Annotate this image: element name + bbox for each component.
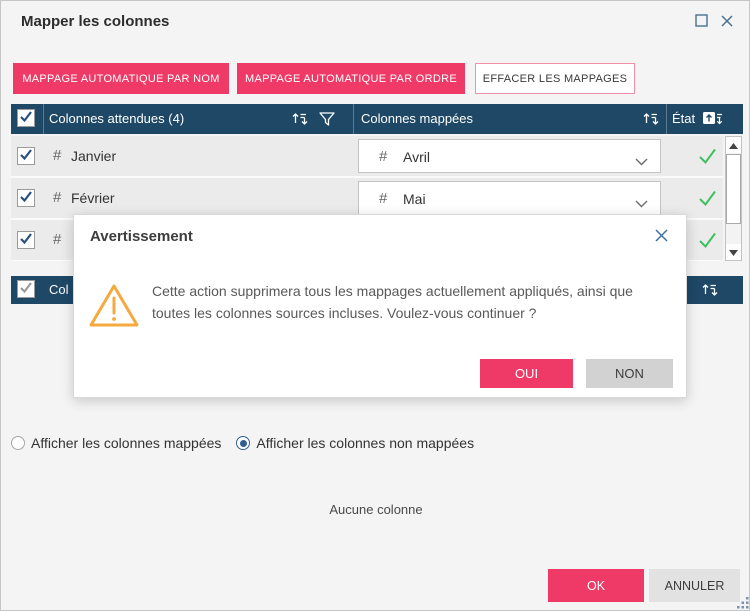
maximize-icon [695,14,708,32]
row-checkbox[interactable] [17,231,35,249]
select-all-checkbox[interactable] [17,109,35,127]
dropdown-value: Avril [403,149,430,165]
table-row: # Janvier # Avril [11,136,723,176]
show-unmapped-label[interactable]: Afficher les colonnes non mappées [256,435,474,451]
dropdown-value: Mai [403,191,426,207]
map-columns-window: Mapper les colonnes MAPPAGE AUTOMATIQUE … [0,0,750,611]
show-mapped-radio[interactable] [11,436,25,450]
cancel-button[interactable]: ANNULER [649,569,740,602]
clear-mappings-button[interactable]: EFFACER LES MAPPAGES [475,63,635,94]
show-unmapped-radio[interactable] [236,436,250,450]
ok-button[interactable]: OK [548,569,644,602]
mapping-ok-check-icon [698,231,718,249]
numeric-type-icon: # [53,189,61,206]
state-header: État [672,111,695,126]
close-icon [654,230,669,247]
row-checkbox[interactable] [17,147,35,165]
display-filter-options: Afficher les colonnes mappées Afficher l… [11,435,483,451]
scroll-down-button[interactable] [726,244,741,260]
show-mapped-label[interactable]: Afficher les colonnes mappées [31,435,221,451]
state-sort-icon[interactable] [702,110,724,128]
yes-button[interactable]: OUI [480,359,573,388]
no-button[interactable]: NON [586,359,673,388]
triangle-up-icon [729,136,738,154]
source-columns-header-label: Col [49,282,69,297]
sort-mapped-icon[interactable] [642,111,660,127]
table-header: Colonnes attendues (4) Colonnes mappées … [11,104,743,134]
auto-map-by-order-button[interactable]: MAPPAGE AUTOMATIQUE PAR ORDRE [237,63,465,94]
dialog-close-button[interactable] [654,228,670,244]
mapped-column-dropdown[interactable]: # Avril [358,139,661,173]
triangle-down-icon [729,243,738,261]
numeric-type-icon: # [53,231,61,248]
scroll-up-button[interactable] [726,137,741,153]
header-divider [666,104,667,134]
chevron-down-icon [635,153,648,171]
check-icon [19,280,33,299]
chevron-down-icon [635,195,648,213]
empty-list-message: Aucune colonne [1,502,750,517]
vertical-scrollbar[interactable] [725,136,742,261]
numeric-type-icon: # [379,190,387,207]
auto-map-by-name-button[interactable]: MAPPAGE AUTOMATIQUE PAR NOM [13,63,229,94]
sort-source-icon[interactable] [701,282,719,298]
close-icon [720,14,734,33]
filter-icon[interactable] [317,110,337,128]
mapping-ok-check-icon [698,147,718,165]
close-button[interactable] [718,14,736,32]
mapped-columns-header: Colonnes mappées [361,111,473,126]
check-icon [19,147,33,166]
row-checkbox[interactable] [17,189,35,207]
mapped-column-dropdown[interactable]: # Mai [358,181,661,215]
table-row: # Février # Mai [11,178,723,218]
check-icon [19,189,33,208]
check-icon [19,231,33,250]
warning-dialog: Avertissement Cette action supprimera to… [73,214,687,398]
numeric-type-icon: # [379,148,387,165]
select-all-checkbox[interactable] [17,280,35,298]
warning-triangle-icon [87,281,141,336]
sort-expected-icon[interactable] [291,111,309,127]
maximize-button[interactable] [692,14,710,32]
expected-columns-header: Colonnes attendues (4) [49,111,184,126]
expected-column-name: Février [71,190,115,206]
check-icon [19,109,33,128]
dialog-title: Avertissement [90,228,193,245]
header-divider [43,104,44,134]
header-divider [353,104,354,134]
expected-column-name: Janvier [71,148,116,164]
numeric-type-icon: # [53,147,61,164]
resize-grip[interactable] [737,596,749,611]
scrollbar-thumb[interactable] [726,154,741,224]
mapping-ok-check-icon [698,189,718,207]
warning-message: Cette action supprimera tous les mappage… [152,281,668,324]
window-title: Mapper les colonnes [21,13,169,30]
